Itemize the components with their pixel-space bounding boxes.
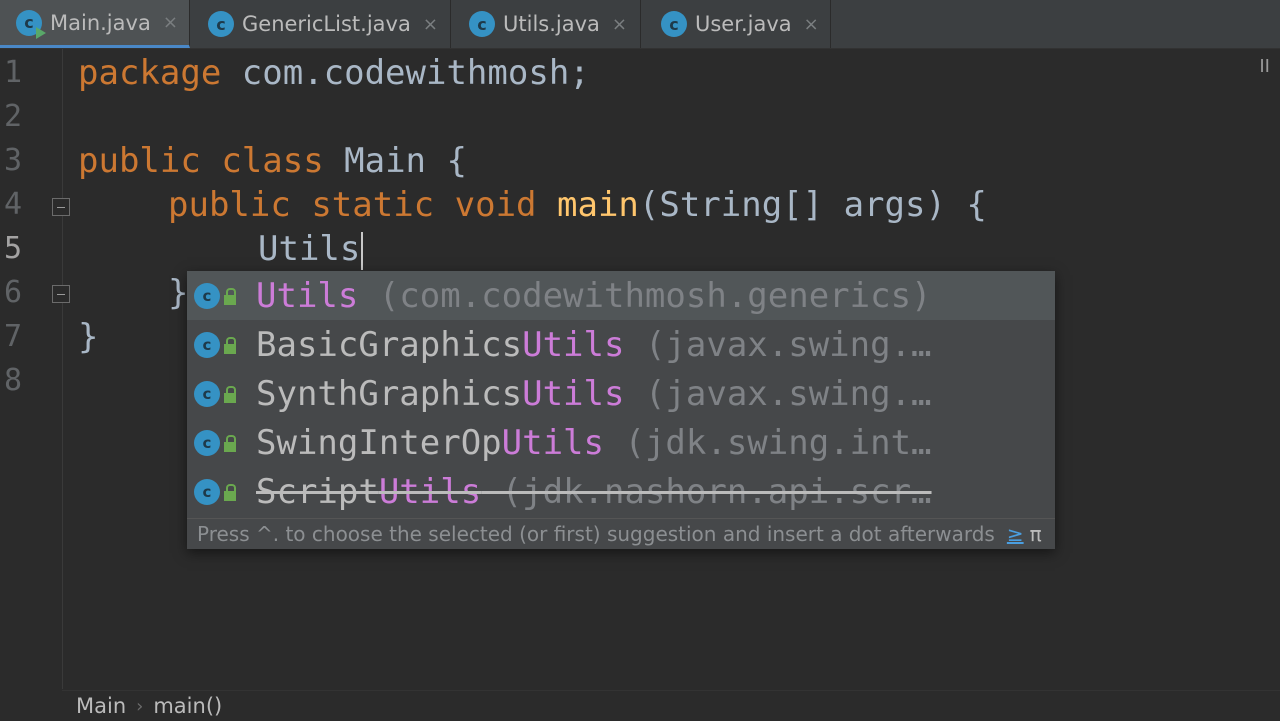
hint-text: Press ^. to choose the selected (or firs… — [197, 522, 995, 546]
item-match: Utils — [501, 422, 604, 463]
java-class-icon: c — [661, 11, 687, 37]
public-lock-icon — [224, 287, 236, 305]
public-lock-icon — [224, 483, 236, 501]
java-class-icon: c — [194, 282, 220, 309]
keyword: public — [78, 141, 201, 181]
keyword: static — [311, 185, 435, 225]
item-prefix: Script — [256, 471, 379, 512]
code-line-5[interactable]: Utils — [258, 227, 364, 271]
java-class-icon: c — [16, 9, 46, 39]
close-icon[interactable]: × — [612, 14, 627, 35]
line-number-current: 5 — [4, 231, 23, 266]
code-text: Main { — [323, 141, 467, 181]
item-prefix: SynthGraphics — [256, 373, 523, 414]
hint-link[interactable]: ≥ — [1007, 522, 1024, 546]
run-badge-icon — [36, 26, 46, 39]
keyword: public — [168, 185, 291, 225]
code-text: } — [78, 317, 99, 357]
item-prefix: SwingInterOp — [256, 422, 502, 463]
item-match: Utils — [522, 373, 625, 414]
editor-tab-bar: c Main.java × c GenericList.java × c Uti… — [0, 0, 1280, 49]
code-line-3[interactable]: public class Main { — [78, 139, 467, 183]
line-number: 6 — [4, 275, 23, 310]
item-match: Utils — [256, 275, 359, 316]
text-caret — [361, 231, 364, 270]
item-prefix: BasicGraphics — [256, 324, 523, 365]
tab-main-java[interactable]: c Main.java × — [0, 0, 190, 48]
tab-label: Main.java — [50, 10, 151, 35]
code-line-4[interactable]: public static void main(String[] args) { — [168, 183, 987, 227]
public-lock-icon — [224, 385, 236, 403]
pi-icon[interactable]: π — [1030, 522, 1042, 546]
java-class-icon: c — [194, 331, 220, 358]
line-number: 3 — [4, 143, 23, 178]
java-class-icon: c — [208, 11, 234, 37]
item-match: Utils — [378, 471, 482, 512]
tab-user-java[interactable]: c User.java × — [641, 0, 831, 48]
close-icon[interactable]: × — [804, 14, 819, 35]
line-number: 2 — [4, 99, 23, 134]
java-class-icon: c — [194, 380, 220, 407]
item-package: (javax.swing.… — [624, 324, 932, 365]
java-class-icon: c — [194, 478, 220, 505]
code-completion-popup: c Utils (com.codewithmosh.generics) c Ba… — [187, 271, 1055, 549]
breadcrumb-item-class[interactable]: Main — [76, 694, 126, 718]
completion-item[interactable]: c BasicGraphics Utils (javax.swing.… — [187, 320, 1055, 369]
item-package: (com.codewithmosh.generics) — [358, 275, 932, 316]
item-match: Utils — [522, 324, 625, 365]
deprecated-text: ScriptUtils (jdk.nashorn.api.scr… — [256, 472, 932, 512]
code-text: (String[] args) { — [638, 185, 987, 225]
public-lock-icon — [224, 336, 236, 354]
line-number: 7 — [4, 319, 23, 354]
code-line-6[interactable]: } — [168, 271, 188, 315]
completion-hint-bar: Press ^. to choose the selected (or firs… — [187, 518, 1055, 549]
keyword: package — [78, 53, 222, 93]
item-package: (jdk.nashorn.api.scr… — [481, 471, 932, 512]
tab-utils-java[interactable]: c Utils.java × — [451, 0, 641, 48]
code-text: } — [168, 273, 189, 313]
java-class-icon: c — [469, 11, 495, 37]
completion-item[interactable]: c SwingInterOp Utils (jdk.swing.int… — [187, 418, 1055, 467]
reader-mode-icon[interactable]: II — [1259, 56, 1270, 77]
fold-toggle-icon[interactable] — [52, 198, 70, 216]
item-package: (jdk.swing.int… — [604, 422, 932, 463]
completion-item[interactable]: c SynthGraphics Utils (javax.swing.… — [187, 369, 1055, 418]
close-icon[interactable]: × — [163, 12, 178, 33]
breadcrumb-separator-icon: › — [136, 695, 144, 717]
code-text: Utils — [258, 229, 361, 269]
breadcrumb-item-method[interactable]: main() — [153, 694, 222, 718]
tab-label: Utils.java — [503, 12, 600, 36]
keyword: class — [221, 141, 324, 181]
gutter-divider — [62, 49, 63, 689]
completion-item-deprecated[interactable]: c ScriptUtils (jdk.nashorn.api.scr… — [187, 467, 1055, 516]
code-text: com.codewithmosh; — [221, 53, 590, 93]
code-line-1[interactable]: package com.codewithmosh; — [78, 51, 590, 95]
tab-label: GenericList.java — [242, 12, 411, 36]
java-class-icon: c — [194, 429, 220, 456]
completion-item-selected[interactable]: c Utils (com.codewithmosh.generics) — [187, 271, 1055, 320]
line-number: 1 — [4, 55, 23, 90]
close-icon[interactable]: × — [423, 14, 438, 35]
line-number: 4 — [4, 187, 23, 222]
public-lock-icon — [224, 434, 236, 452]
breadcrumb: Main › main() — [62, 690, 1280, 721]
code-line-7[interactable]: } — [78, 315, 98, 359]
item-package: (javax.swing.… — [624, 373, 932, 414]
tab-label: User.java — [695, 12, 792, 36]
fold-toggle-icon[interactable] — [52, 285, 70, 303]
method-name: main — [557, 185, 639, 225]
tab-genericlist-java[interactable]: c GenericList.java × — [190, 0, 451, 48]
keyword: void — [454, 185, 537, 225]
line-number: 8 — [4, 363, 23, 398]
